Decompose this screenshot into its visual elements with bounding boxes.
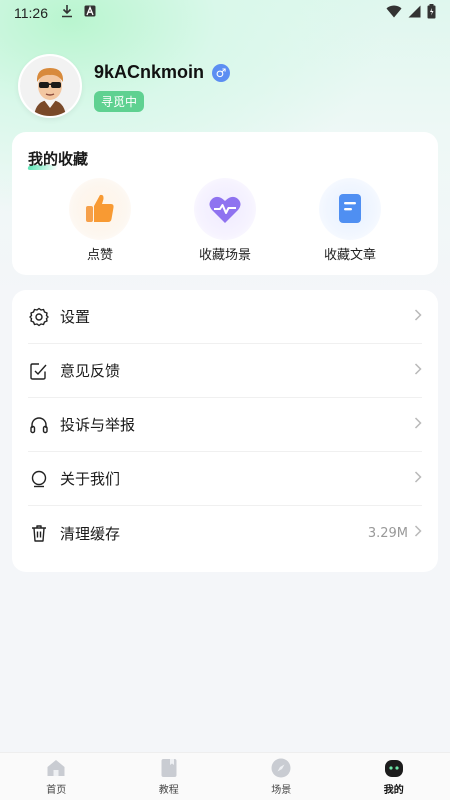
avatar-cartoon-sunglasses (20, 56, 80, 116)
avatar[interactable] (18, 54, 82, 118)
battery-icon (427, 3, 436, 23)
menu-item-label: 意见反馈 (60, 362, 121, 380)
menu-item-feedback[interactable]: 意见反馈 (28, 344, 422, 398)
menu-item-settings[interactable]: 设置 (28, 290, 422, 344)
chevron-right-icon (414, 470, 422, 487)
settings-menu-card: 设置 意见反馈 投诉与举报 关于我们 清理缓存 3.29M (12, 290, 438, 572)
compass-icon (270, 757, 292, 779)
nav-label: 教程 (158, 785, 179, 796)
about-bubble-icon (28, 468, 50, 490)
chevron-right-icon (414, 525, 422, 541)
feedback-edit-icon (28, 360, 50, 382)
menu-item-label: 设置 (60, 308, 91, 326)
menu-item-label: 投诉与举报 (60, 416, 136, 434)
username: 9kACnkmoin (94, 62, 205, 82)
home-icon (45, 757, 67, 779)
favorites-item-scenes[interactable]: 收藏场景 (180, 178, 270, 263)
heart-pulse-icon (209, 196, 241, 223)
nav-label: 我的 (383, 785, 404, 796)
favorites-title: 我的收藏 (28, 150, 89, 168)
wifi-icon (386, 5, 402, 22)
nav-item-home[interactable]: 首页 (0, 753, 113, 800)
headphones-icon (28, 414, 50, 436)
status-badge: 寻觅中 (94, 91, 145, 112)
robot-face-icon (383, 757, 405, 779)
thumbs-up-icon (86, 194, 114, 222)
nav-item-tutorial[interactable]: 教程 (113, 753, 226, 800)
bottom-navigation: 首页 教程 场景 我的 (0, 752, 450, 800)
chevron-right-icon (414, 308, 422, 325)
favorites-card: 我的收藏 点赞 收藏场景 收藏文章 (12, 132, 438, 275)
male-gender-icon: ♂ (212, 63, 231, 82)
favorites-item-likes[interactable]: 点赞 (55, 178, 145, 263)
chevron-right-icon (414, 416, 422, 433)
menu-item-complaint[interactable]: 投诉与举报 (28, 398, 422, 452)
nav-label: 场景 (271, 785, 292, 796)
menu-item-label: 清理缓存 (60, 524, 121, 543)
document-icon (339, 194, 361, 223)
status-time: 11:26 (14, 5, 48, 21)
signal-icon (408, 5, 421, 22)
book-icon (158, 757, 180, 779)
trash-icon (28, 522, 50, 544)
download-icon (60, 4, 74, 22)
nav-item-scenes[interactable]: 场景 (225, 753, 338, 800)
status-bar: 11:26 (0, 0, 450, 26)
favorites-item-label: 点赞 (86, 248, 113, 263)
favorites-item-label: 收藏文章 (323, 248, 376, 263)
cache-size-value: 3.29M (367, 525, 408, 541)
chevron-right-icon (414, 362, 422, 379)
menu-item-label: 关于我们 (60, 470, 121, 488)
menu-item-clear-cache[interactable]: 清理缓存 3.29M (28, 506, 422, 560)
profile-header: 9kACnkmoin ♂ 寻觅中 (18, 54, 231, 118)
favorites-item-articles[interactable]: 收藏文章 (305, 178, 395, 263)
favorites-item-label: 收藏场景 (198, 248, 251, 263)
a-badge-icon (84, 5, 96, 21)
nav-item-mine[interactable]: 我的 (338, 753, 450, 800)
nav-label: 首页 (46, 785, 67, 796)
menu-item-about[interactable]: 关于我们 (28, 452, 422, 506)
gear-icon (28, 306, 50, 328)
